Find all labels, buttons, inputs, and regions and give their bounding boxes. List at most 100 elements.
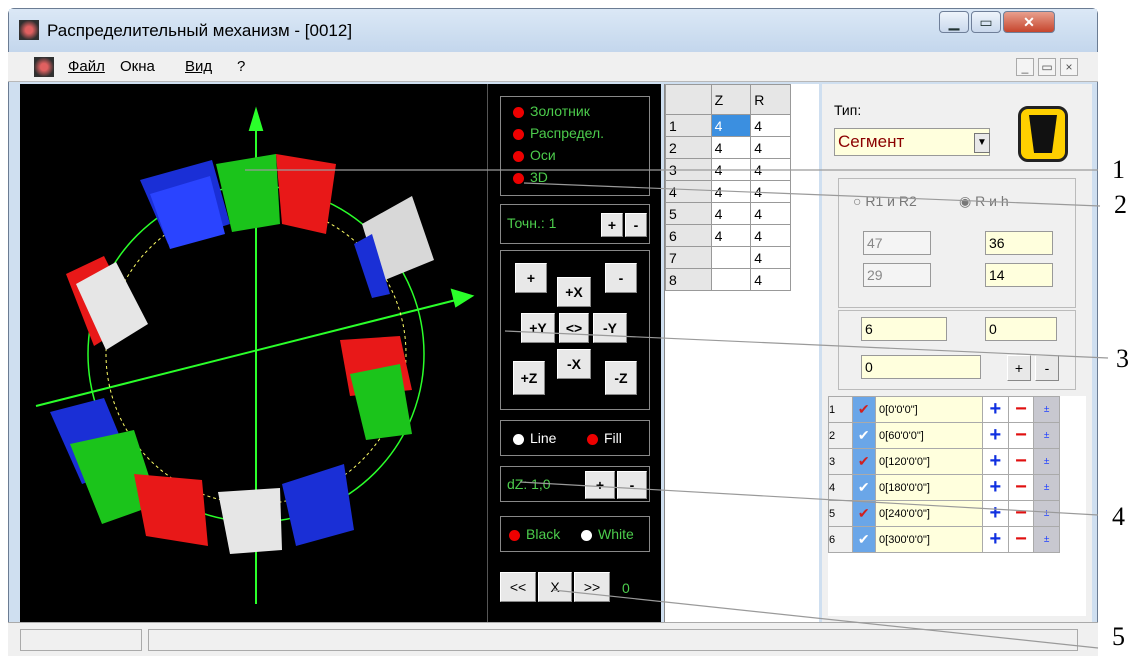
table-cell[interactable]: 4 bbox=[750, 202, 791, 225]
reset-view-button[interactable]: <> bbox=[559, 313, 589, 343]
next-button[interactable]: >> bbox=[574, 572, 610, 602]
table-cell[interactable]: 4 bbox=[750, 136, 791, 159]
legend-item-distributor[interactable]: Распредел. bbox=[513, 125, 604, 141]
table-cell[interactable] bbox=[710, 246, 752, 269]
offset-field-1[interactable]: 6 bbox=[861, 317, 947, 341]
render-line-radio[interactable]: Line bbox=[513, 430, 556, 446]
check-icon[interactable]: ✔ bbox=[851, 474, 877, 501]
table-cell[interactable]: 4 bbox=[710, 114, 752, 137]
add-icon[interactable]: + bbox=[981, 396, 1009, 423]
menu-view[interactable]: Вид bbox=[185, 58, 212, 75]
render-fill-radio[interactable]: Fill bbox=[587, 430, 622, 446]
dz-plus-button[interactable]: + bbox=[585, 471, 615, 499]
prev-button[interactable]: << bbox=[500, 572, 536, 602]
radio-r1-r2[interactable]: ○ R1 и R2 bbox=[853, 193, 917, 209]
dropdown-arrow-icon[interactable]: ▼ bbox=[974, 133, 990, 153]
table-cell[interactable]: 4 bbox=[710, 224, 752, 247]
remove-icon[interactable]: − bbox=[1007, 422, 1035, 449]
red-dot-icon bbox=[513, 150, 524, 162]
row-index: 4 bbox=[828, 474, 853, 501]
add-icon[interactable]: + bbox=[981, 448, 1009, 475]
h-field[interactable]: 14 bbox=[985, 263, 1053, 287]
menu-file[interactable]: Файл bbox=[68, 58, 105, 75]
r1-field[interactable]: 47 bbox=[863, 231, 931, 255]
zoom-out-button[interactable]: - bbox=[605, 263, 637, 293]
rotate-plus-z-button[interactable]: +Z bbox=[513, 361, 545, 395]
mdi-restore-button[interactable]: ▭ bbox=[1038, 58, 1056, 76]
offset-minus-button[interactable]: - bbox=[1035, 355, 1059, 381]
bg-black-radio[interactable]: Black bbox=[509, 526, 560, 542]
bg-white-radio[interactable]: White bbox=[581, 526, 634, 542]
rotate-plus-x-button[interactable]: +X bbox=[557, 277, 591, 307]
table-cell[interactable]: 4 bbox=[750, 180, 791, 203]
mdi-close-button[interactable]: × bbox=[1060, 58, 1078, 76]
table-cell[interactable]: 4 bbox=[750, 224, 791, 247]
check-icon[interactable]: ✔ bbox=[851, 448, 877, 475]
check-icon[interactable]: ✔ bbox=[851, 396, 877, 423]
add-icon[interactable]: + bbox=[981, 500, 1009, 527]
menu-help[interactable]: ? bbox=[237, 58, 245, 75]
table-cell[interactable]: 4 bbox=[750, 246, 791, 269]
rotate-minus-z-button[interactable]: -Z bbox=[605, 361, 637, 395]
list-item[interactable]: 3 ✔ 0[120'0'0"] + − ± bbox=[828, 448, 1060, 475]
plus-minus-icon[interactable]: ± bbox=[1033, 448, 1060, 475]
column-header bbox=[665, 84, 712, 115]
table-cell[interactable] bbox=[710, 268, 752, 291]
table-cell[interactable]: 4 bbox=[710, 136, 752, 159]
close-button[interactable]: ✕ bbox=[1003, 11, 1055, 33]
rotate-minus-y-button[interactable]: -Y bbox=[593, 313, 627, 343]
check-icon[interactable]: ✔ bbox=[851, 500, 877, 527]
list-item[interactable]: 4 ✔ 0[180'0'0"] + − ± bbox=[828, 474, 1060, 501]
add-icon[interactable]: + bbox=[981, 474, 1009, 501]
table-cell[interactable]: 4 bbox=[710, 180, 752, 203]
remove-icon[interactable]: − bbox=[1007, 500, 1035, 527]
table-cell[interactable]: 4 bbox=[750, 268, 791, 291]
remove-icon[interactable]: − bbox=[1007, 396, 1035, 423]
angle-value: 0[0'0'0"] bbox=[875, 396, 983, 423]
legend-item-spool[interactable]: Золотник bbox=[513, 103, 590, 119]
list-item[interactable]: 6 ✔ 0[300'0'0"] + − ± bbox=[828, 526, 1060, 553]
rotate-plus-y-button[interactable]: +Y bbox=[521, 313, 555, 343]
accuracy-minus-button[interactable]: - bbox=[625, 213, 647, 237]
remove-icon[interactable]: − bbox=[1007, 526, 1035, 553]
mdi-minimize-button[interactable]: _ bbox=[1016, 58, 1034, 76]
3d-viewport[interactable] bbox=[20, 84, 487, 622]
plus-minus-icon[interactable]: ± bbox=[1033, 500, 1060, 527]
type-select[interactable]: Сегмент bbox=[834, 128, 990, 156]
stop-button[interactable]: X bbox=[538, 572, 572, 602]
menu-windows[interactable]: Окна bbox=[120, 58, 155, 75]
list-item[interactable]: 1 ✔ 0[0'0'0"] + − ± bbox=[828, 396, 1060, 423]
table-cell[interactable]: 4 bbox=[710, 202, 752, 225]
add-icon[interactable]: + bbox=[981, 526, 1009, 553]
plus-minus-icon[interactable]: ± bbox=[1033, 422, 1060, 449]
check-icon[interactable]: ✔ bbox=[851, 422, 877, 449]
offset-plus-button[interactable]: + bbox=[1007, 355, 1031, 381]
offset-field-3[interactable]: 0 bbox=[861, 355, 981, 379]
dz-minus-button[interactable]: - bbox=[617, 471, 647, 499]
remove-icon[interactable]: − bbox=[1007, 448, 1035, 475]
remove-icon[interactable]: − bbox=[1007, 474, 1035, 501]
plus-minus-icon[interactable]: ± bbox=[1033, 474, 1060, 501]
plus-minus-icon[interactable]: ± bbox=[1033, 526, 1060, 553]
maximize-button[interactable]: ▭ bbox=[971, 11, 1001, 33]
legend-item-3d[interactable]: 3D bbox=[513, 169, 548, 185]
rotate-minus-x-button[interactable]: -X bbox=[557, 349, 591, 379]
plus-minus-icon[interactable]: ± bbox=[1033, 396, 1060, 423]
list-item[interactable]: 5 ✔ 0[240'0'0"] + − ± bbox=[828, 500, 1060, 527]
radio-r-h[interactable]: ◉ R и h bbox=[959, 193, 1009, 210]
table-cell[interactable]: 4 bbox=[710, 158, 752, 181]
add-icon[interactable]: + bbox=[981, 422, 1009, 449]
minimize-button[interactable]: ▁ bbox=[939, 11, 969, 33]
r-field[interactable]: 36 bbox=[985, 231, 1053, 255]
accuracy-plus-button[interactable]: + bbox=[601, 213, 623, 237]
legend-item-axes[interactable]: Оси bbox=[513, 147, 556, 163]
segment-shape-icon bbox=[1018, 106, 1068, 162]
angle-table: 1 ✔ 0[0'0'0"] + − ±2 ✔ 0[60'0'0"] + − ±3 ✔ 0[120'0'0… bbox=[828, 396, 1060, 553]
table-cell[interactable]: 4 bbox=[750, 114, 791, 137]
check-icon[interactable]: ✔ bbox=[851, 526, 877, 553]
table-cell[interactable]: 4 bbox=[750, 158, 791, 181]
offset-field-2[interactable]: 0 bbox=[985, 317, 1057, 341]
zoom-in-button[interactable]: + bbox=[515, 263, 547, 293]
r2-field[interactable]: 29 bbox=[863, 263, 931, 287]
list-item[interactable]: 2 ✔ 0[60'0'0"] + − ± bbox=[828, 422, 1060, 449]
